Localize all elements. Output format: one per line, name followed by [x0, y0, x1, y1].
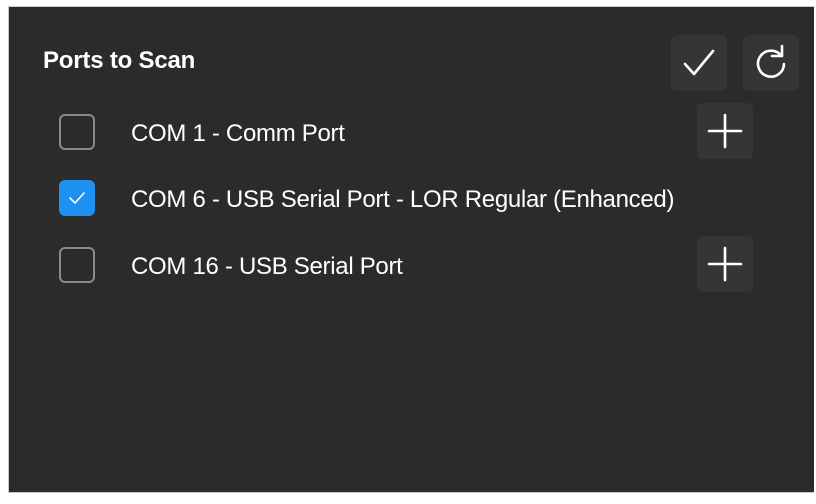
ports-to-scan-panel: Ports to Scan COM 1 - Comm Port COM 6 - …: [8, 6, 814, 493]
port-row-com1: COM 1 - Comm Port: [59, 103, 799, 159]
checkbox-com16[interactable]: [59, 247, 95, 283]
checkmark-icon: [69, 192, 85, 204]
checkbox-com6[interactable]: [59, 180, 95, 216]
refresh-button[interactable]: [743, 35, 799, 91]
port-label-com16: COM 16 - USB Serial Port: [131, 253, 403, 280]
confirm-button[interactable]: [671, 35, 727, 91]
port-row-com6: COM 6 - USB Serial Port - LOR Regular (E…: [59, 176, 799, 220]
checkmark-icon: [683, 49, 715, 76]
add-port-button-com16[interactable]: [697, 236, 753, 292]
port-label-com1: COM 1 - Comm Port: [131, 120, 345, 147]
add-port-button-com1[interactable]: [697, 103, 753, 159]
port-label-com6: COM 6 - USB Serial Port - LOR Regular (E…: [131, 186, 675, 213]
panel-title: Ports to Scan: [43, 47, 196, 74]
checkbox-com1[interactable]: [59, 114, 95, 150]
plus-icon: [707, 246, 743, 282]
refresh-icon: [756, 44, 786, 78]
port-row-com16: COM 16 - USB Serial Port: [59, 236, 799, 292]
plus-icon: [707, 113, 743, 149]
